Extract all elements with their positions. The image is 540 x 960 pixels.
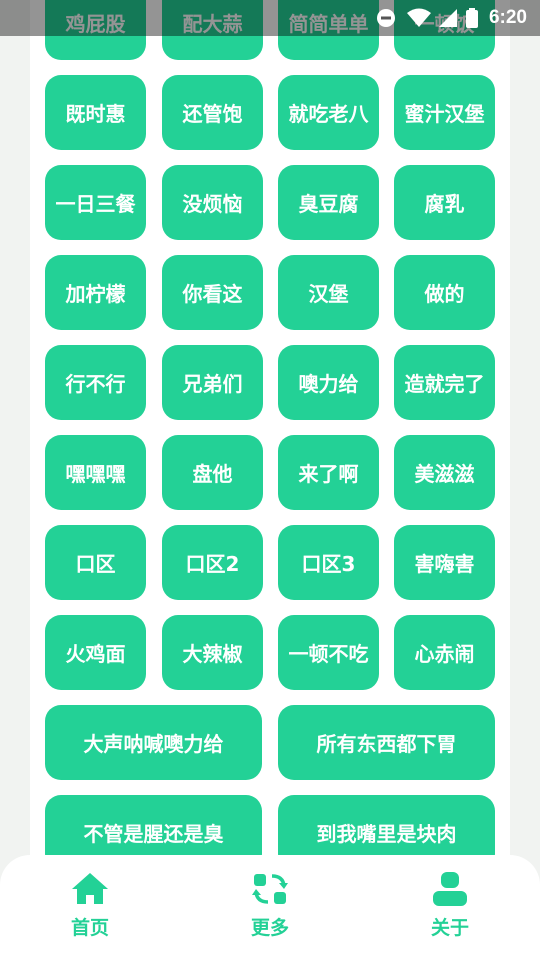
user-icon [433,872,467,906]
sound-button[interactable]: 口区2 [162,525,263,600]
sound-button[interactable]: 你看这 [162,255,263,330]
sound-button[interactable]: 大声呐喊噢力给 [45,705,262,780]
sound-button[interactable]: 所有东西都下胃 [278,705,495,780]
sound-button[interactable]: 造就完了 [394,345,495,420]
sound-button[interactable]: 大辣椒 [162,615,263,690]
sound-button-grid: 鸡屁股配大蒜简简单单一顿饭既时惠还管饱就吃老八蜜汁汉堡一日三餐没烦恼臭豆腐腐乳加… [45,0,495,960]
sound-button[interactable]: 美滋滋 [394,435,495,510]
bottom-navigation: 首页 更多 关于 [0,855,540,960]
battery-icon [465,8,478,28]
sound-button[interactable]: 兄弟们 [162,345,263,420]
sound-button[interactable]: 就吃老八 [278,75,379,150]
nav-about-label: 关于 [430,917,469,939]
sound-button[interactable]: 心赤闹 [394,615,495,690]
nav-home[interactable]: 首页 [30,855,150,960]
sound-button[interactable]: 来了啊 [278,435,379,510]
status-bar: 6:20 [0,0,540,36]
nav-more[interactable]: 更多 [210,855,330,960]
sound-button[interactable]: 一顿不吃 [278,615,379,690]
sound-button[interactable]: 臭豆腐 [278,165,379,240]
nav-more-label: 更多 [250,917,289,939]
nav-about[interactable]: 关于 [390,855,510,960]
signal-icon [438,9,457,27]
do-not-disturb-icon [376,9,395,27]
sound-button[interactable]: 嘿嘿嘿 [45,435,146,510]
status-time: 6:20 [488,7,527,28]
wifi-icon [406,8,431,27]
sound-button[interactable]: 做的 [394,255,495,330]
sound-button[interactable]: 噢力给 [278,345,379,420]
home-icon [72,873,108,904]
sound-button[interactable]: 没烦恼 [162,165,263,240]
sound-button[interactable]: 汉堡 [278,255,379,330]
sound-button[interactable]: 蜜汁汉堡 [394,75,495,150]
sound-button[interactable]: 盘他 [162,435,263,510]
sound-button[interactable]: 害嗨害 [394,525,495,600]
sound-button[interactable]: 还管饱 [162,75,263,150]
refresh-icon [252,874,288,904]
sound-button[interactable]: 加柠檬 [45,255,146,330]
sound-button[interactable]: 一日三餐 [45,165,146,240]
sound-button[interactable]: 口区 [45,525,146,600]
sound-button[interactable]: 既时惠 [45,75,146,150]
sound-button[interactable]: 口区3 [278,525,379,600]
sound-button[interactable]: 腐乳 [394,165,495,240]
sound-button[interactable]: 火鸡面 [45,615,146,690]
nav-home-label: 首页 [70,917,109,939]
sound-button[interactable]: 行不行 [45,345,146,420]
